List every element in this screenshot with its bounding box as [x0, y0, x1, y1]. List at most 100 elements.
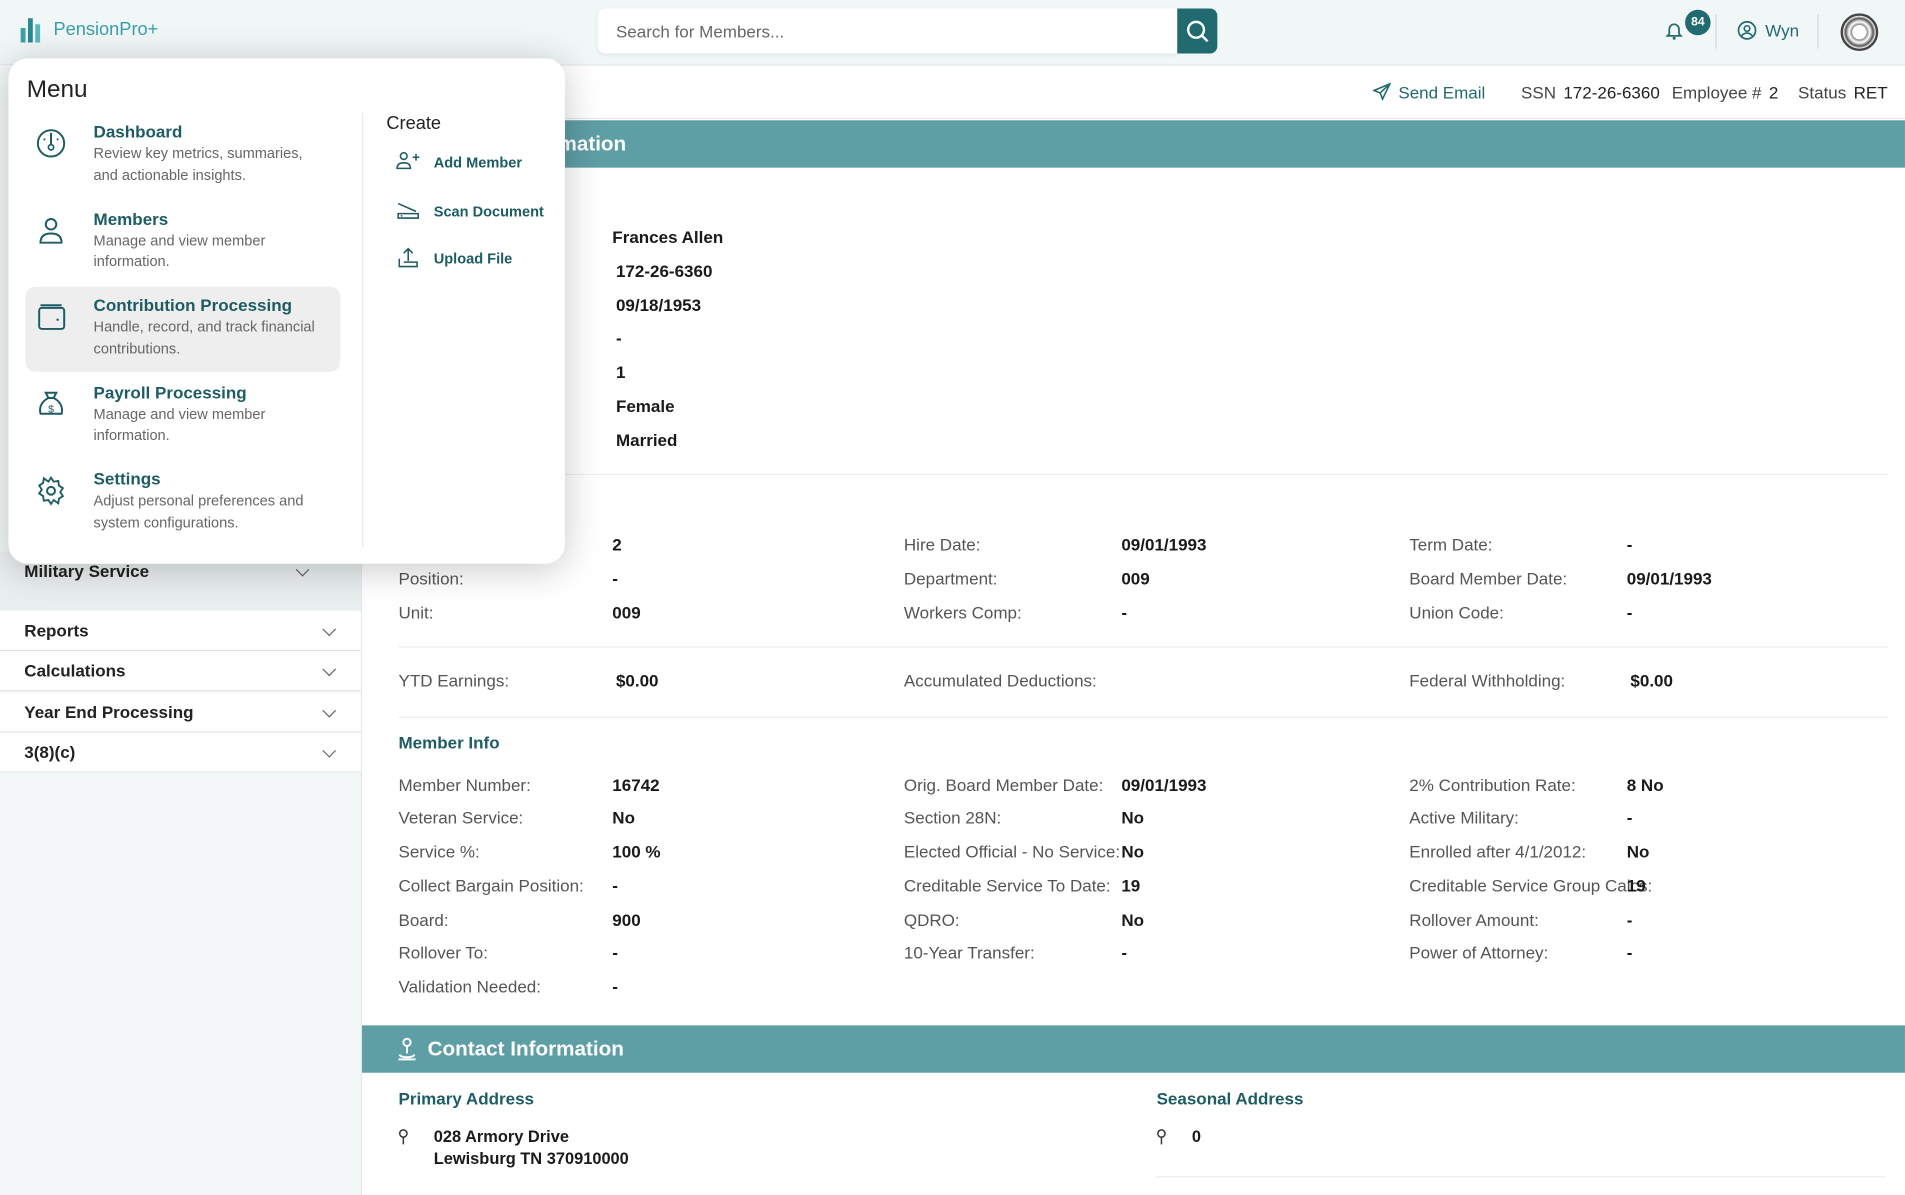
sidebar-item-reports[interactable]: Reports	[0, 611, 361, 652]
sidebar-item-label: Year End Processing	[24, 702, 194, 722]
field-value: No	[1121, 909, 1145, 930]
create-add-member-button[interactable]: Add Member	[395, 149, 522, 176]
menu-item-title: Members	[93, 208, 169, 228]
send-email-button[interactable]: Send Email	[1372, 82, 1486, 103]
create-scan-document-button[interactable]: Scan Document	[395, 197, 544, 224]
menu-item-settings[interactable]: Settings Adjust personal preferences and …	[26, 460, 341, 545]
field-label: Board:	[398, 909, 449, 930]
user-menu[interactable]: Wyn	[1737, 21, 1799, 40]
field-value: 09/01/1993	[1121, 534, 1207, 554]
menu-item-dashboard[interactable]: Dashboard Review key metrics, summaries, …	[26, 113, 341, 198]
sidebar-item-label: Reports	[24, 620, 89, 641]
field-value: 19	[1121, 875, 1141, 896]
field-label: Enrolled after 4/1/2012:	[1409, 841, 1587, 862]
chevron-down-icon	[322, 743, 337, 758]
create-upload-file-button[interactable]: Upload File	[395, 245, 512, 272]
member-information-header: Member Information	[362, 120, 1905, 168]
menu-item-description: Manage and view member information.	[93, 231, 266, 270]
field-value: No	[1626, 841, 1650, 862]
field-value: 09/01/1993	[1121, 775, 1207, 795]
field-label: Veteran Service:	[398, 807, 524, 828]
personal-field-value: Female	[615, 396, 675, 416]
status-label: Status	[1798, 82, 1847, 103]
divider	[398, 646, 1888, 648]
dashboard-gauge-icon	[36, 129, 66, 158]
menu-item-payroll-processing[interactable]: $ Payroll Processing Manage and view membe…	[26, 374, 341, 459]
wallet-icon	[38, 304, 66, 330]
menu-item-description: Handle, record, and track financial cont…	[93, 318, 315, 357]
app-logo[interactable]: PensionPro+	[19, 16, 158, 43]
chevron-down-icon	[322, 703, 337, 718]
field-value: -	[612, 875, 618, 896]
personal-field-value: 172-26-6360	[615, 260, 713, 281]
sidebar-item-3-8-c[interactable]: 3(8)(c)	[0, 732, 361, 773]
field-value: 16742	[612, 775, 660, 795]
field-value: -	[1121, 602, 1128, 623]
field-label: Creditable Service To Date:	[903, 875, 1111, 896]
sidebar-item-calculations[interactable]: Calculations	[0, 651, 361, 692]
create-item-label: Scan Document	[433, 202, 544, 220]
field-value: -	[612, 942, 618, 963]
notifications-button[interactable]	[1665, 21, 1683, 47]
user-circle-icon	[1737, 21, 1757, 40]
personal-field-value: 09/18/1953	[615, 294, 702, 315]
primary-address-heading: Primary Address	[398, 1088, 535, 1108]
user-icon	[39, 217, 63, 244]
field-label: Orig. Board Member Date:	[903, 775, 1104, 795]
field-label: Unit:	[398, 602, 434, 623]
field-value: No	[1121, 807, 1145, 828]
member-search-input[interactable]	[597, 8, 1178, 54]
menu-item-members[interactable]: Members Manage and view member informatio…	[26, 200, 341, 285]
field-value: $0.00	[1630, 670, 1673, 691]
field-value: -	[612, 976, 618, 997]
primary-address-line2: Lewisburg TN 370910000	[433, 1149, 629, 1168]
upload-icon	[398, 247, 418, 268]
seasonal-address-line1: 0	[1191, 1127, 1201, 1146]
primary-address-line1: 028 Armory Drive	[433, 1127, 569, 1146]
field-value: 09/01/1993	[1626, 568, 1712, 589]
send-email-label: Send Email	[1398, 82, 1486, 103]
divider	[1156, 1176, 1886, 1178]
field-label: Federal Withholding:	[1409, 670, 1566, 691]
menu-item-title: Contribution Processing	[93, 295, 292, 315]
divider	[398, 473, 1888, 476]
field-label: Elected Official - No Service:	[903, 841, 1121, 862]
sidebar-item-label: Military Service	[24, 561, 150, 581]
divider	[1817, 14, 1819, 49]
field-label: Collect Bargain Position:	[398, 875, 584, 896]
sidebar-item-year-end-processing[interactable]: Year End Processing	[0, 692, 361, 733]
member-summary-bar: Send Email SSN 172-26-6360 Employee # 2 St…	[362, 66, 1905, 120]
field-value: -	[612, 568, 618, 589]
search-button[interactable]	[1177, 8, 1218, 54]
field-value: -	[1121, 942, 1128, 963]
scanner-icon	[397, 202, 420, 219]
gear-icon	[37, 475, 65, 506]
field-value: 009	[612, 602, 641, 623]
chevron-down-icon	[322, 662, 337, 677]
menu-item-title: Settings	[93, 468, 161, 489]
field-value: 19	[1626, 875, 1646, 896]
field-label: Hire Date:	[903, 534, 981, 554]
field-value: -	[1626, 807, 1633, 828]
employee-info: Employee # 2	[1672, 83, 1779, 102]
field-label: Term Date:	[1409, 534, 1493, 554]
field-label: Active Military:	[1409, 807, 1519, 828]
field-label: YTD Earnings:	[398, 670, 510, 691]
status-value: RET	[1853, 82, 1888, 103]
field-label: Board Member Date:	[1409, 568, 1568, 589]
employee-label: Employee #	[1671, 82, 1762, 103]
menu-title: Menu	[26, 76, 88, 104]
employee-value: 2	[1768, 82, 1779, 103]
member-info-heading: Member Info	[398, 732, 500, 753]
menu-item-contribution-processing[interactable]: Contribution Processing Handle, record, a…	[25, 286, 341, 372]
contact-person-icon	[398, 1037, 416, 1060]
field-value: -	[1626, 942, 1633, 963]
map-pin-icon	[1157, 1129, 1166, 1145]
create-item-label: Add Member	[433, 154, 523, 172]
field-value: No	[1121, 841, 1145, 862]
seasonal-address-heading: Seasonal Address	[1156, 1088, 1304, 1108]
send-icon	[1372, 82, 1392, 101]
personal-field-value: -	[615, 328, 622, 348]
menu-item-title: Dashboard	[93, 121, 183, 141]
contact-information-header: Contact Information	[362, 1025, 1905, 1073]
